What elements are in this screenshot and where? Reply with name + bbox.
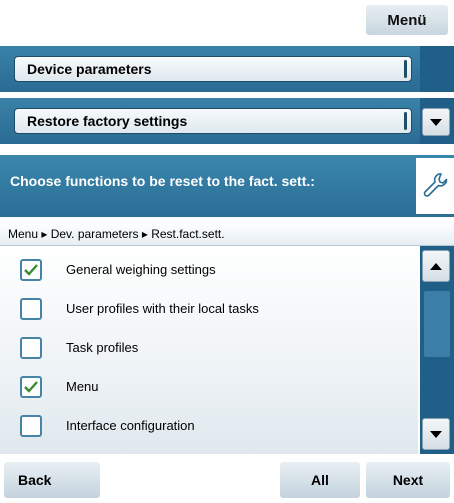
wrench-icon-box: [416, 158, 454, 214]
dialog-title: Choose functions to be reset to the fact…: [10, 173, 315, 189]
list-item[interactable]: Menu: [0, 369, 418, 409]
restore-factory-expand-button[interactable]: [422, 108, 450, 136]
checkbox-user-profiles[interactable]: [20, 298, 42, 320]
chevron-up-icon: [430, 262, 442, 270]
list-item-label: General weighing settings: [66, 262, 216, 277]
chevron-down-icon: [430, 118, 442, 126]
checkbox-general-weighing[interactable]: [20, 259, 42, 281]
chevron-down-icon: [430, 430, 442, 438]
list-item[interactable]: Task profiles: [0, 330, 418, 370]
list-item-label: Menu: [66, 379, 99, 394]
list-item[interactable]: User profiles with their local tasks: [0, 291, 418, 331]
device-parameters-dropdown[interactable]: Device parameters: [14, 56, 412, 82]
next-button[interactable]: Next: [366, 462, 450, 498]
wrench-icon: [423, 173, 448, 197]
breadcrumb: Menu ▸ Dev. parameters ▸ Rest.fact.sett.: [0, 222, 454, 246]
scroll-down-button[interactable]: [422, 418, 450, 450]
function-list: General weighing settings User profiles …: [0, 246, 418, 454]
checkmark-icon: [24, 381, 38, 393]
list-item-label: User profiles with their local tasks: [66, 301, 259, 316]
all-button[interactable]: All: [280, 462, 360, 498]
checkmark-icon: [24, 264, 38, 276]
list-item-label: Interface configuration: [66, 418, 195, 433]
menu-button[interactable]: Menü: [366, 5, 448, 35]
checkbox-interface-config[interactable]: [20, 415, 42, 437]
list-item-label: Task profiles: [66, 340, 139, 355]
list-item[interactable]: General weighing settings: [0, 252, 418, 292]
restore-factory-dropdown[interactable]: Restore factory settings: [14, 108, 412, 134]
scrollbar-thumb[interactable]: [424, 291, 450, 357]
checkbox-task-profiles[interactable]: [20, 337, 42, 359]
checkbox-menu[interactable]: [20, 376, 42, 398]
list-item[interactable]: Interface configuration: [0, 408, 418, 448]
device-parameters-side-panel: [420, 46, 454, 92]
back-button[interactable]: Back: [4, 462, 100, 498]
scroll-up-button[interactable]: [422, 250, 450, 282]
